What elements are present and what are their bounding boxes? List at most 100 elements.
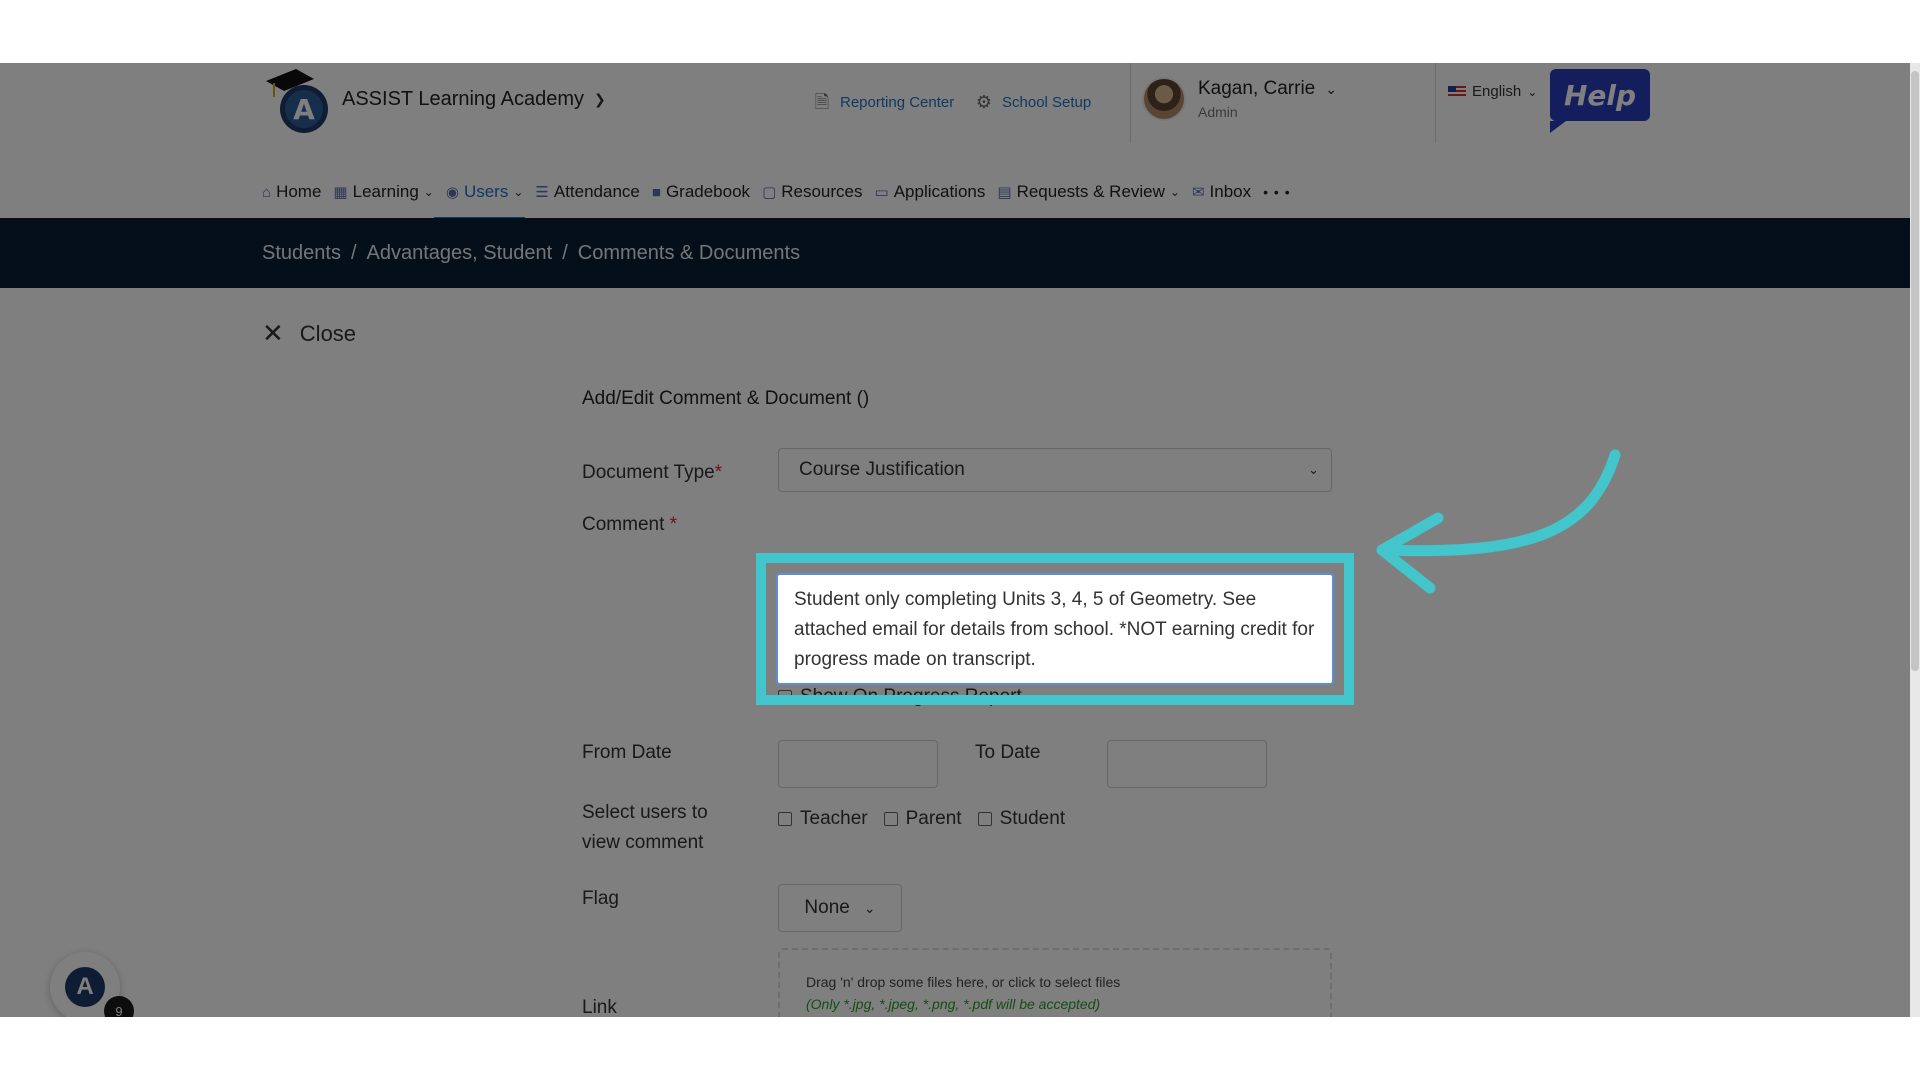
svg-text:A: A: [293, 93, 315, 126]
nav-label: Resources: [781, 182, 863, 201]
notification-badge: 9: [104, 996, 134, 1017]
checkbox-label: Teacher: [800, 808, 868, 829]
language-label: English: [1472, 83, 1522, 100]
user-icon: ◉: [445, 184, 459, 201]
document-type-label: Document Type*: [582, 458, 722, 488]
school-setup-link[interactable]: ⚙ School Setup: [974, 91, 1091, 113]
organization-name: ASSIST Learning Academy: [342, 88, 584, 110]
nav-gradebook[interactable]: ■ Gradebook: [652, 167, 750, 217]
flag-select[interactable]: None ⌄: [778, 884, 902, 932]
breadcrumb-separator: /: [562, 241, 568, 264]
from-date-input[interactable]: [778, 740, 938, 788]
organization-selector[interactable]: ASSIST Learning Academy ❯: [342, 88, 606, 111]
academy-logo-icon[interactable]: A: [262, 63, 332, 135]
divider: [1435, 63, 1436, 143]
select-users-label: Select users to view comment: [582, 802, 708, 853]
more-menu-icon[interactable]: • • •: [1263, 167, 1290, 217]
checkbox[interactable]: [778, 812, 792, 826]
help-button[interactable]: Help: [1550, 69, 1650, 133]
nav-label: Requests & Review: [1016, 182, 1165, 201]
user-role: Admin: [1198, 104, 1238, 120]
to-date-input[interactable]: [1107, 740, 1267, 788]
parent-checkbox[interactable]: Parent: [883, 808, 962, 830]
dropzone-note: (Only *.jpg, *.jpeg, *.png, *.pdf will b…: [806, 996, 1101, 1012]
breadcrumb-student[interactable]: Advantages, Student: [367, 242, 553, 265]
document-icon: 🗎: [814, 92, 830, 112]
chevron-down-icon: ⌄: [1308, 462, 1319, 477]
nav-applications[interactable]: ▭ Applications: [875, 167, 986, 217]
list-icon: ☰: [535, 184, 549, 201]
more-label: • • •: [1263, 184, 1291, 200]
document-type-value: Course Justification: [799, 459, 965, 480]
highlight-frame: [756, 553, 1354, 705]
assistant-launcher-button[interactable]: A 9: [50, 952, 134, 1017]
dropzone-text: Drag 'n' drop some files here, or click …: [806, 974, 1121, 990]
close-button[interactable]: ✕ Close: [262, 318, 356, 349]
nav-users[interactable]: ◉ Users ⌄: [433, 167, 525, 221]
user-name: Kagan, Carrie: [1198, 78, 1316, 99]
to-date-label: To Date: [975, 742, 1041, 763]
form-title: Add/Edit Comment & Document (): [582, 388, 870, 409]
user-menu[interactable]: Kagan, Carrie ⌄ Admin: [1142, 77, 1337, 121]
from-date-label: From Date: [582, 742, 672, 763]
monitor-icon: ▢: [762, 184, 777, 201]
nav-learning[interactable]: ▦ Learning ⌄: [333, 167, 433, 217]
required-marker: *: [714, 462, 723, 483]
help-label: Help: [1563, 78, 1637, 112]
us-flag-icon: [1448, 85, 1466, 98]
pointer-arrow-icon: [1376, 449, 1621, 594]
nav-resources[interactable]: ▢ Resources: [762, 167, 862, 217]
view-users-checkboxes: Teacher Parent Student: [778, 808, 1073, 830]
school-setup-label: School Setup: [1002, 93, 1092, 111]
nav-home[interactable]: ⌂ Home: [262, 167, 321, 217]
chevron-down-icon: ⌄: [513, 185, 524, 199]
link-label: Link: [582, 997, 617, 1017]
home-icon: ⌂: [262, 183, 272, 201]
chevron-down-icon: ❯: [594, 91, 606, 107]
mail-icon: ✉: [1191, 184, 1205, 201]
nav-label: Applications: [893, 182, 986, 201]
reporting-center-label: Reporting Center: [840, 93, 955, 111]
gear-icon: ⚙: [975, 92, 993, 112]
chevron-down-icon: ⌄: [423, 185, 434, 199]
reporting-center-link[interactable]: 🗎 Reporting Center: [812, 91, 954, 113]
breadcrumb-students[interactable]: Students: [262, 242, 341, 265]
grid-icon: ▦: [333, 184, 348, 201]
document-type-select[interactable]: Course Justification ⌄: [778, 448, 1332, 492]
nav-label: Users: [463, 182, 509, 201]
chat-icon: ▭: [874, 184, 889, 201]
flag-value: None: [804, 897, 850, 918]
language-selector[interactable]: English ⌄: [1448, 83, 1537, 100]
avatar: [1142, 77, 1186, 121]
checkbox[interactable]: [883, 812, 898, 826]
close-label: Close: [299, 320, 357, 346]
nav-label: Inbox: [1209, 182, 1252, 201]
nav-inbox[interactable]: ✉ Inbox: [1192, 167, 1251, 217]
clipboard-icon: ▤: [997, 184, 1012, 201]
chevron-down-icon: ⌄: [1325, 80, 1337, 97]
main-nav: ⌂ Home ▦ Learning ⌄ ◉ Users ⌄ ☰ Attendance ■ Gr…: [262, 167, 1291, 221]
divider: [1130, 63, 1131, 143]
checkbox-label: Parent: [905, 808, 962, 829]
app-screen: A ASSIST Learning Academy ❯ 🗎 Reporting …: [0, 63, 1920, 1017]
label-text: Comment: [582, 514, 665, 535]
checkbox[interactable]: [977, 812, 992, 826]
breadcrumb-current: Comments & Documents: [577, 241, 801, 264]
nav-label: Gradebook: [665, 182, 751, 201]
teacher-checkbox[interactable]: Teacher: [778, 808, 868, 830]
checkbox-label: Student: [999, 808, 1066, 829]
file-dropzone[interactable]: Drag 'n' drop some files here, or click …: [778, 948, 1332, 1017]
close-icon: ✕: [262, 318, 284, 348]
nav-attendance[interactable]: ☰ Attendance: [535, 167, 639, 217]
assist-logo-icon: A: [65, 967, 105, 1007]
breadcrumb: Students / Advantages, Student / Comment…: [0, 218, 1920, 288]
nav-label: Home: [276, 182, 322, 201]
nav-requests-review[interactable]: ▤ Requests & Review ⌄: [997, 167, 1180, 217]
chevron-down-icon: ⌄: [863, 899, 876, 916]
top-header: A ASSIST Learning Academy ❯ 🗎 Reporting …: [0, 63, 1920, 221]
nav-label: Attendance: [553, 182, 640, 201]
book-icon: ■: [651, 183, 661, 201]
student-checkbox[interactable]: Student: [977, 808, 1066, 830]
label-text: Document Type: [582, 462, 715, 483]
scrollbar-thumb[interactable]: [1911, 71, 1919, 671]
